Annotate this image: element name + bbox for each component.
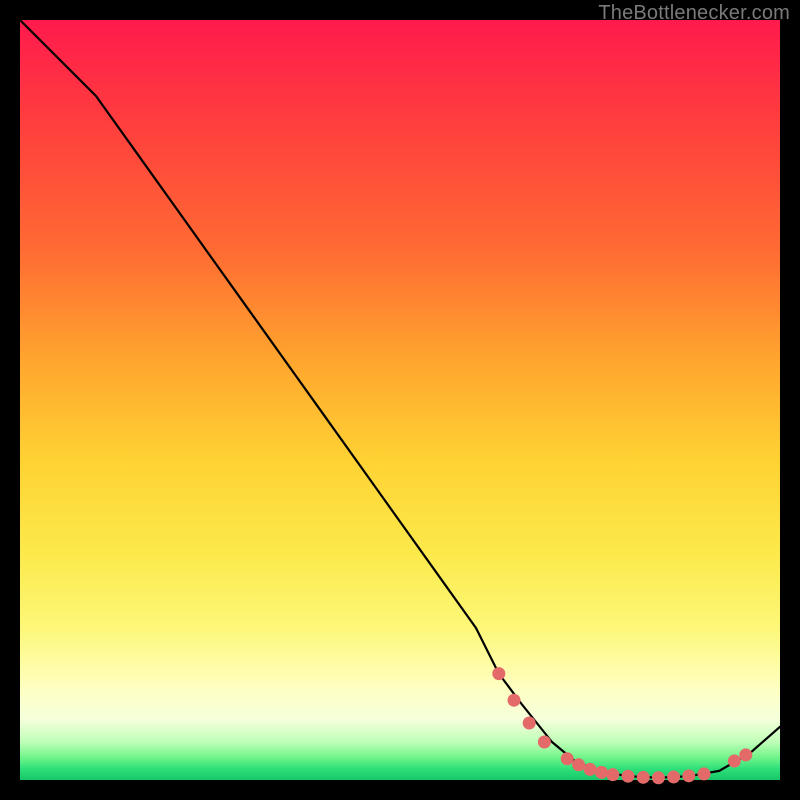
data-point-marker — [492, 667, 505, 680]
data-point-marker — [572, 758, 585, 771]
data-point-marker — [508, 694, 521, 707]
bottleneck-curve — [20, 20, 780, 778]
data-point-marker — [561, 752, 574, 765]
data-point-marker — [622, 770, 635, 783]
data-point-marker — [595, 766, 608, 779]
data-point-marker — [538, 736, 551, 749]
data-point-marker — [682, 769, 695, 782]
chart-stage: TheBottlenecker.com — [0, 0, 800, 800]
data-point-marker — [667, 770, 680, 783]
marker-group — [492, 667, 752, 784]
data-point-marker — [523, 717, 536, 730]
data-point-marker — [728, 755, 741, 768]
data-point-marker — [606, 768, 619, 781]
plot-area — [20, 20, 780, 780]
data-point-marker — [739, 748, 752, 761]
chart-svg — [20, 20, 780, 780]
data-point-marker — [652, 771, 665, 784]
data-point-marker — [584, 763, 597, 776]
data-point-marker — [637, 771, 650, 784]
data-point-marker — [698, 767, 711, 780]
